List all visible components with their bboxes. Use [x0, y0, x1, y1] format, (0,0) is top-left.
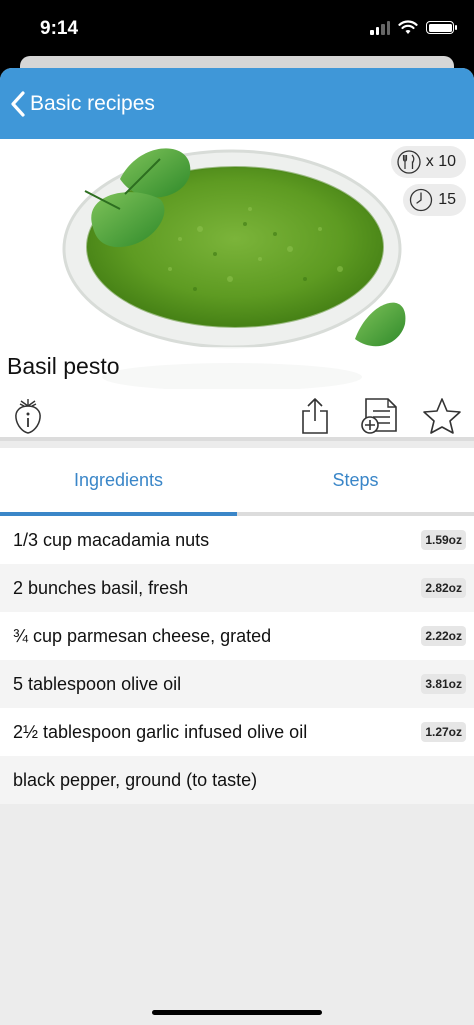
amount-badge: 1.27oz: [421, 722, 466, 742]
back-button[interactable]: Basic recipes: [10, 90, 155, 117]
strawberry-info-icon[interactable]: [12, 397, 44, 435]
list-item[interactable]: ¾ cup parmesan cheese, grated 2.22oz: [0, 612, 474, 660]
time-badge: 15: [403, 184, 466, 216]
ingredient-name: 2½ tablespoon garlic infused olive oil: [13, 721, 308, 742]
clock-icon: [410, 188, 433, 212]
back-chevron-icon: [11, 90, 25, 117]
amount-badge: 2.82oz: [421, 578, 466, 598]
prep-time: 15: [438, 191, 456, 208]
list-item[interactable]: 2½ tablespoon garlic infused olive oil 1…: [0, 708, 474, 756]
tab-ingredients[interactable]: Ingredients: [0, 448, 237, 516]
ingredient-list: 1/3 cup macadamia nuts 1.59oz 2 bunches …: [0, 516, 474, 804]
status-time: 9:14: [40, 18, 79, 39]
recipe-title: Basil pesto: [7, 353, 120, 379]
ingredient-name: black pepper, ground (to taste): [13, 769, 258, 790]
servings-badge: x 10: [390, 146, 466, 178]
amount-badge: 2.22oz: [421, 626, 466, 646]
recipe-image: x 10 15: [0, 139, 474, 389]
share-icon[interactable]: [300, 397, 330, 435]
status-bar: 9:14: [0, 0, 474, 58]
favorite-star-icon[interactable]: [422, 397, 462, 435]
list-item[interactable]: 2 bunches basil, fresh 2.82oz: [0, 564, 474, 612]
tab-steps[interactable]: Steps: [237, 448, 474, 512]
back-label: Basic recipes: [30, 91, 155, 115]
nav-bar: Basic recipes: [0, 68, 474, 139]
add-to-list-icon[interactable]: [360, 397, 400, 435]
ingredient-name: 2 bunches basil, fresh: [13, 577, 189, 598]
battery-icon: [426, 21, 457, 34]
ingredient-name: 5 tablespoon olive oil: [13, 673, 182, 694]
action-bar: [0, 389, 474, 441]
app-sheet: Basic recipes x 10 15 Basil pesto Ingred…: [0, 68, 474, 1025]
signal-icon: [370, 20, 390, 35]
ingredient-name: 1/3 cup macadamia nuts: [13, 529, 210, 550]
list-item[interactable]: 1/3 cup macadamia nuts 1.59oz: [0, 516, 474, 564]
list-item[interactable]: 5 tablespoon olive oil 3.81oz: [0, 660, 474, 708]
status-icons: [370, 20, 457, 35]
servings-count: x 10: [425, 153, 456, 170]
home-indicator: [152, 1010, 322, 1015]
ingredient-name: ¾ cup parmesan cheese, grated: [13, 625, 272, 646]
amount-badge: 1.59oz: [421, 530, 466, 550]
amount-badge: 3.81oz: [421, 674, 466, 694]
wifi-icon: [398, 20, 418, 34]
recipe-tabs: Ingredients Steps: [0, 448, 474, 516]
cutlery-icon: [397, 150, 421, 174]
list-item[interactable]: black pepper, ground (to taste): [0, 756, 474, 804]
